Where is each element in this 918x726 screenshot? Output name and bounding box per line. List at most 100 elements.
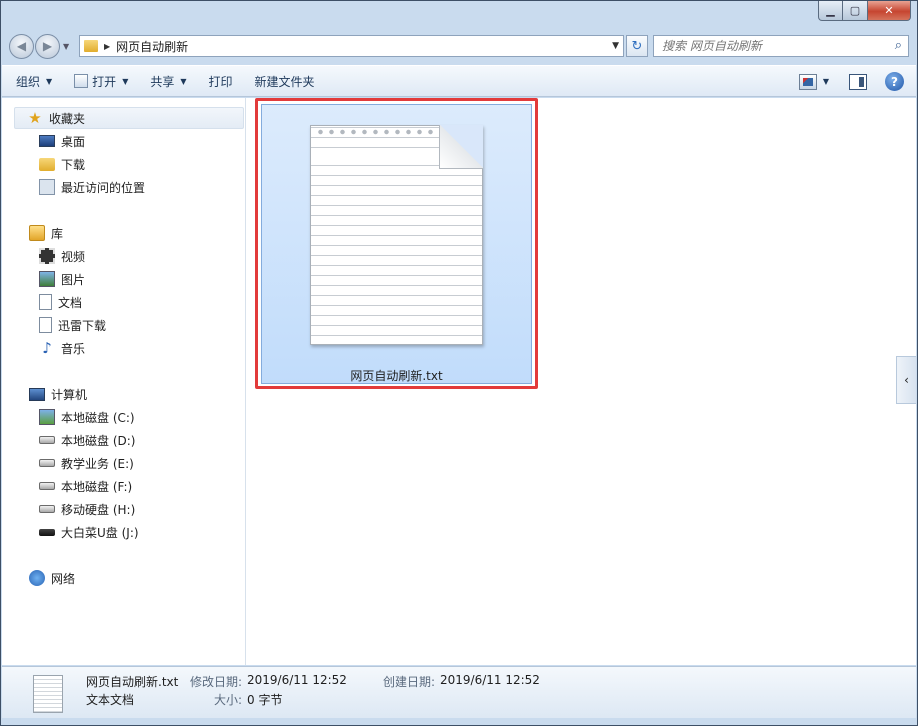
chevron-down-icon: ▼ [122,76,129,86]
command-bar: 组织 ▼ 打开 ▼ 共享 ▼ 打印 新建文件夹 ▼ ? [2,65,916,97]
sidebar-item-recent-places[interactable]: 最近访问的位置 [39,176,145,198]
sidebar-item-label: 库 [51,226,64,241]
sidebar-item-label: 本地磁盘 (D:) [61,433,136,448]
search-icon[interactable]: ⌕ [895,38,902,53]
sidebar-item-pictures[interactable]: 图片 [39,268,85,290]
created-value: 2019/6/11 12:52 [440,673,540,687]
navigation-bar: ◀ ▶ ▼ ▶ 网页自动刷新 ▼ ↻ ⌕ [9,31,909,61]
hard-drive-icon [39,436,55,444]
created-label: 创建日期: [383,675,436,689]
sidebar-item-xunlei-downloads[interactable]: 迅雷下载 [39,314,106,336]
breadcrumb-separator-icon[interactable]: ▶ [104,42,110,51]
sidebar-item-label: 视频 [61,249,86,264]
sidebar-item-label: 收藏夹 [49,111,86,126]
sidebar-item-libraries[interactable]: 库 [29,222,63,244]
usb-drive-icon [39,528,55,536]
sidebar-item-drive-e[interactable]: 教学业务 (E:) [39,452,134,474]
breadcrumb[interactable]: 网页自动刷新 [116,38,188,55]
details-pane: 网页自动刷新.txt 文本文档 修改日期: 2019/6/11 12:52 大小… [2,666,916,718]
new-folder-button[interactable]: 新建文件夹 [255,73,315,90]
system-drive-icon [39,409,55,425]
share-button[interactable]: 共享 ▼ [150,73,186,90]
music-note-icon: ♪ [42,339,52,357]
desktop-icon [39,135,55,147]
video-icon [39,248,55,264]
address-bar[interactable]: ▶ 网页自动刷新 ▼ [79,35,624,57]
open-label: 打开 [92,74,117,89]
chevron-down-icon: ▼ [180,76,187,86]
organize-button[interactable]: 组织 ▼ [16,73,52,90]
hard-drive-icon [39,459,55,467]
sidebar-item-documents[interactable]: 文档 [39,291,82,313]
file-list: 网页自动刷新.txt ‹ [246,98,916,665]
sidebar-item-downloads[interactable]: 下载 [39,153,85,175]
refresh-button[interactable]: ↻ [626,35,648,57]
network-icon [29,570,45,586]
sidebar-item-label: 桌面 [61,134,86,149]
details-file-type: 文本文档 [86,693,135,707]
view-dropdown-icon[interactable]: ▼ [823,77,829,86]
address-dropdown-icon[interactable]: ▼ [612,41,619,51]
hard-drive-icon [39,482,55,490]
sidebar-item-drive-f[interactable]: 本地磁盘 (F:) [39,475,132,497]
sidebar-item-videos[interactable]: 视频 [39,245,85,267]
help-icon[interactable]: ? [885,72,904,91]
sidebar-item-drive-j[interactable]: 大白菜U盘 (J:) [39,521,139,543]
sidebar-item-favorites[interactable]: ★ 收藏夹 [14,107,244,129]
sidebar-item-label: 文档 [58,295,83,310]
print-button[interactable]: 打印 [209,73,233,90]
computer-icon [29,387,45,401]
pictures-icon [39,271,55,287]
chevron-down-icon: ▼ [46,76,53,86]
sidebar-item-label: 本地磁盘 (F:) [61,479,133,494]
sidebar-item-label: 最近访问的位置 [61,180,146,195]
sidebar-item-label: 大白菜U盘 (J:) [61,525,139,540]
history-dropdown-icon[interactable]: ▼ [63,42,73,51]
size-label: 大小: [214,693,243,707]
details-file-name: 网页自动刷新.txt [86,675,179,689]
sidebar-item-drive-h[interactable]: 移动硬盘 (H:) [39,498,135,520]
search-box[interactable]: ⌕ [653,35,909,57]
pane-collapse-button[interactable]: ‹ [896,356,916,404]
sidebar-item-label: 图片 [61,272,86,287]
sidebar-item-drive-c[interactable]: 本地磁盘 (C:) [39,406,135,428]
recent-places-icon [39,179,55,195]
sidebar-item-label: 教学业务 (E:) [61,456,134,471]
view-controls: ▼ ? [798,72,904,91]
open-button[interactable]: 打开 ▼ [74,73,128,90]
sidebar-item-music[interactable]: ♪ 音乐 [39,337,85,359]
sidebar-item-drive-d[interactable]: 本地磁盘 (D:) [39,429,135,451]
sidebar-item-label: 下载 [61,157,86,172]
sidebar-item-label: 移动硬盘 (H:) [61,502,136,517]
sidebar-item-label: 本地磁盘 (C:) [61,410,135,425]
sidebar-item-label: 网络 [51,571,76,586]
preview-pane-icon[interactable] [849,73,867,90]
documents-icon [39,294,52,310]
downloads-folder-icon [39,157,55,171]
maximize-button[interactable]: ▢ [843,1,868,21]
sidebar-item-label: 迅雷下载 [58,318,107,333]
forward-button[interactable]: ▶ [35,33,60,59]
caption-buttons: ▁ ▢ ✕ [818,1,911,22]
sidebar-item-computer[interactable]: 计算机 [29,383,87,405]
text-file-icon [33,675,63,713]
modified-value: 2019/6/11 12:52 [247,673,347,687]
notepad-icon [74,74,89,88]
minimize-button[interactable]: ▁ [818,1,843,21]
hard-drive-icon [39,505,55,513]
highlight-box [255,98,538,389]
share-label: 共享 [150,74,175,89]
sidebar-item-desktop[interactable]: 桌面 [39,130,85,152]
xunlei-downloads-icon [39,317,52,333]
size-value: 0 字节 [247,693,283,707]
modified-label: 修改日期: [190,675,243,689]
folder-icon [84,40,98,52]
search-input[interactable] [662,39,862,53]
back-button[interactable]: ◀ [9,33,34,59]
close-button[interactable]: ✕ [868,1,911,21]
sidebar-item-label: 计算机 [51,387,88,402]
change-view-icon[interactable] [798,73,817,90]
libraries-icon [29,225,45,241]
organize-label: 组织 [16,74,41,89]
sidebar-item-network[interactable]: 网络 [29,567,75,589]
